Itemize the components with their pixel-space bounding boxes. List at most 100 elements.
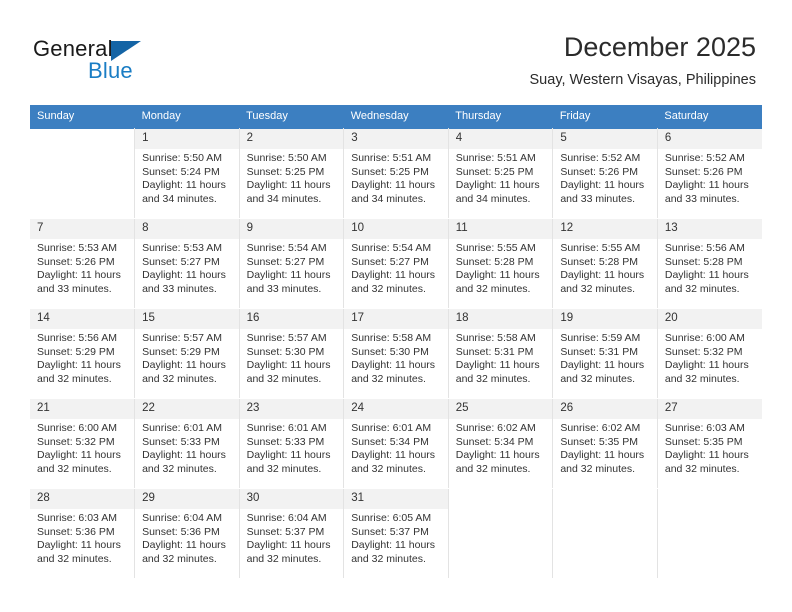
daylight-text-line1: Daylight: 11 hours (351, 179, 436, 192)
calendar-day-cell[interactable]: 22 Sunrise: 6:01 AM Sunset: 5:33 PM Dayligh… (134, 398, 240, 489)
day-number: 6 (657, 129, 762, 149)
title-block: December 2025 Suay, Western Visayas, Phi… (530, 30, 756, 89)
daylight-text-line2: and 33 minutes. (246, 282, 322, 295)
sunset-text: Sunset: 5:35 PM (664, 435, 743, 448)
daylight-text-line2: and 32 minutes. (664, 462, 740, 475)
calendar-day-cell[interactable]: 30 Sunrise: 6:04 AM Sunset: 5:37 PM Dayligh… (239, 488, 345, 579)
calendar-day-cell-empty (552, 488, 658, 579)
day-info: Sunrise: 5:56 AM Sunset: 5:29 PM Daylight:… (30, 329, 134, 386)
daylight-text-line1: Daylight: 11 hours (455, 449, 540, 462)
day-info: Sunrise: 5:50 AM Sunset: 5:25 PM Daylight:… (240, 149, 344, 206)
day-number: 26 (553, 399, 657, 419)
weekday-header-friday: Friday (552, 105, 658, 129)
daylight-text-line2: and 32 minutes. (351, 282, 426, 295)
day-number: 10 (344, 219, 448, 239)
calendar-week-row: 14 Sunrise: 5:56 AM Sunset: 5:29 PM Dayligh… (30, 308, 762, 399)
day-number (449, 489, 553, 509)
calendar-day-cell[interactable]: 29 Sunrise: 6:04 AM Sunset: 5:36 PM Dayligh… (134, 488, 240, 579)
day-number: 25 (448, 399, 553, 419)
daylight-text-line2: and 32 minutes. (37, 462, 112, 475)
calendar-day-cell[interactable]: 8 Sunrise: 5:53 AM Sunset: 5:27 PM Daylight… (134, 218, 240, 309)
daylight-text-line2: and 34 minutes. (351, 192, 426, 205)
day-number: 31 (344, 489, 448, 509)
daylight-text-line1: Daylight: 11 hours (664, 449, 749, 462)
sunrise-sunset-calendar-table: Sunday Monday Tuesday Wednesday Thursday Frid… (30, 105, 762, 579)
daylight-text-line2: and 32 minutes. (246, 462, 322, 475)
calendar-day-cell[interactable]: 17 Sunrise: 5:58 AM Sunset: 5:30 PM Dayligh… (343, 308, 449, 399)
calendar-day-cell[interactable]: 24 Sunrise: 6:01 AM Sunset: 5:34 PM Dayligh… (343, 398, 449, 489)
day-number: 15 (135, 309, 239, 329)
day-number: 21 (30, 399, 135, 419)
daylight-text-line1: Daylight: 11 hours (37, 449, 121, 462)
calendar-day-cell[interactable]: 6 Sunrise: 5:52 AM Sunset: 5:26 PM Daylight… (657, 128, 762, 219)
sunrise-text: Sunrise: 5:58 AM (455, 332, 536, 344)
calendar-day-cell[interactable]: 7 Sunrise: 5:53 AM Sunset: 5:26 PM Daylight… (30, 218, 136, 309)
daylight-text-line2: and 34 minutes. (246, 192, 322, 205)
daylight-text-line1: Daylight: 11 hours (455, 359, 540, 372)
calendar-day-cell[interactable]: 16 Sunrise: 5:57 AM Sunset: 5:30 PM Dayligh… (239, 308, 345, 399)
day-info: Sunrise: 5:53 AM Sunset: 5:27 PM Daylight:… (135, 239, 239, 296)
sunrise-text: Sunrise: 6:04 AM (246, 512, 327, 524)
calendar-day-cell[interactable]: 15 Sunrise: 5:57 AM Sunset: 5:29 PM Dayligh… (134, 308, 240, 399)
weekday-header-tuesday: Tuesday (239, 105, 344, 129)
calendar-day-cell[interactable]: 26 Sunrise: 6:02 AM Sunset: 5:35 PM Dayligh… (552, 398, 658, 489)
page-title: December 2025 (563, 32, 756, 62)
calendar-day-cell[interactable]: 12 Sunrise: 5:55 AM Sunset: 5:28 PM Dayligh… (552, 218, 658, 309)
sunset-text: Sunset: 5:28 PM (664, 255, 743, 268)
sunrise-text: Sunrise: 6:04 AM (142, 512, 223, 524)
sunset-text: Sunset: 5:37 PM (246, 525, 325, 538)
day-info: Sunrise: 5:51 AM Sunset: 5:25 PM Daylight:… (449, 149, 553, 206)
calendar-day-cell[interactable]: 1 Sunrise: 5:50 AM Sunset: 5:24 PM Daylight… (134, 128, 240, 219)
day-info: Sunrise: 6:03 AM Sunset: 5:35 PM Daylight:… (658, 419, 762, 476)
calendar-day-cell[interactable]: 3 Sunrise: 5:51 AM Sunset: 5:25 PM Daylight… (343, 128, 449, 219)
sunset-text: Sunset: 5:27 PM (246, 255, 325, 268)
sunset-text: Sunset: 5:28 PM (455, 255, 534, 268)
daylight-text-line1: Daylight: 11 hours (37, 269, 121, 282)
calendar-day-cell[interactable]: 19 Sunrise: 5:59 AM Sunset: 5:31 PM Dayligh… (552, 308, 658, 399)
calendar-day-cell[interactable]: 31 Sunrise: 6:05 AM Sunset: 5:37 PM Dayligh… (343, 488, 449, 579)
calendar-week-row: 28 Sunrise: 6:03 AM Sunset: 5:36 PM Dayligh… (30, 488, 762, 579)
daylight-text-line1: Daylight: 11 hours (664, 359, 749, 372)
day-info: Sunrise: 5:57 AM Sunset: 5:29 PM Daylight:… (135, 329, 239, 386)
calendar-day-cell[interactable]: 18 Sunrise: 5:58 AM Sunset: 5:31 PM Dayligh… (448, 308, 554, 399)
day-info: Sunrise: 6:05 AM Sunset: 5:37 PM Daylight:… (344, 509, 448, 566)
calendar-header-row: Sunday Monday Tuesday Wednesday Thursday Frid… (30, 105, 762, 129)
calendar-day-cell[interactable]: 9 Sunrise: 5:54 AM Sunset: 5:27 PM Daylight… (239, 218, 345, 309)
calendar-body: 1 Sunrise: 5:50 AM Sunset: 5:24 PM Daylight… (30, 128, 762, 579)
day-number: 4 (448, 129, 553, 149)
weekday-header-monday: Monday (134, 105, 240, 129)
day-info: Sunrise: 6:03 AM Sunset: 5:36 PM Daylight:… (30, 509, 134, 566)
calendar-day-cell[interactable]: 20 Sunrise: 6:00 AM Sunset: 5:32 PM Dayligh… (657, 308, 762, 399)
day-info: Sunrise: 5:51 AM Sunset: 5:25 PM Daylight:… (344, 149, 448, 206)
calendar-day-cell[interactable]: 27 Sunrise: 6:03 AM Sunset: 5:35 PM Dayligh… (657, 398, 762, 489)
calendar-day-cell[interactable]: 13 Sunrise: 5:56 AM Sunset: 5:28 PM Dayligh… (657, 218, 762, 309)
calendar-day-cell[interactable]: 14 Sunrise: 5:56 AM Sunset: 5:29 PM Dayligh… (30, 308, 136, 399)
calendar-day-cell[interactable]: 23 Sunrise: 6:01 AM Sunset: 5:33 PM Dayligh… (239, 398, 345, 489)
day-info: Sunrise: 6:00 AM Sunset: 5:32 PM Daylight:… (30, 419, 134, 476)
day-info: Sunrise: 6:01 AM Sunset: 5:33 PM Daylight:… (135, 419, 239, 476)
calendar-day-cell[interactable]: 11 Sunrise: 5:55 AM Sunset: 5:28 PM Dayligh… (448, 218, 554, 309)
sunrise-text: Sunrise: 6:01 AM (351, 422, 432, 434)
sunset-text: Sunset: 5:27 PM (351, 255, 429, 268)
day-info: Sunrise: 6:01 AM Sunset: 5:34 PM Daylight:… (344, 419, 448, 476)
day-number: 27 (657, 399, 762, 419)
day-info: Sunrise: 6:04 AM Sunset: 5:37 PM Daylight:… (240, 509, 344, 566)
calendar-day-cell[interactable]: 4 Sunrise: 5:51 AM Sunset: 5:25 PM Daylight… (448, 128, 554, 219)
calendar-day-cell[interactable]: 2 Sunrise: 5:50 AM Sunset: 5:25 PM Daylight… (239, 128, 345, 219)
day-number: 20 (657, 309, 762, 329)
day-info: Sunrise: 5:59 AM Sunset: 5:31 PM Daylight:… (553, 329, 657, 386)
general-blue-logo[interactable]: General Blue (33, 36, 163, 86)
daylight-text-line1: Daylight: 11 hours (246, 179, 331, 192)
day-info: Sunrise: 5:54 AM Sunset: 5:27 PM Daylight:… (344, 239, 448, 296)
calendar-day-cell[interactable]: 21 Sunrise: 6:00 AM Sunset: 5:32 PM Dayligh… (30, 398, 136, 489)
calendar-day-cell[interactable]: 10 Sunrise: 5:54 AM Sunset: 5:27 PM Dayligh… (343, 218, 449, 309)
calendar-day-cell[interactable]: 28 Sunrise: 6:03 AM Sunset: 5:36 PM Dayligh… (30, 488, 136, 579)
daylight-text-line2: and 32 minutes. (37, 372, 112, 385)
sunset-text: Sunset: 5:26 PM (664, 165, 743, 178)
sunrise-text: Sunrise: 5:55 AM (560, 242, 641, 254)
day-info: Sunrise: 5:54 AM Sunset: 5:27 PM Daylight:… (240, 239, 344, 296)
calendar-day-cell[interactable]: 5 Sunrise: 5:52 AM Sunset: 5:26 PM Daylight… (552, 128, 658, 219)
day-info: Sunrise: 5:56 AM Sunset: 5:28 PM Daylight:… (658, 239, 762, 296)
sunset-text: Sunset: 5:30 PM (351, 345, 429, 358)
calendar-day-cell[interactable]: 25 Sunrise: 6:02 AM Sunset: 5:34 PM Dayligh… (448, 398, 554, 489)
